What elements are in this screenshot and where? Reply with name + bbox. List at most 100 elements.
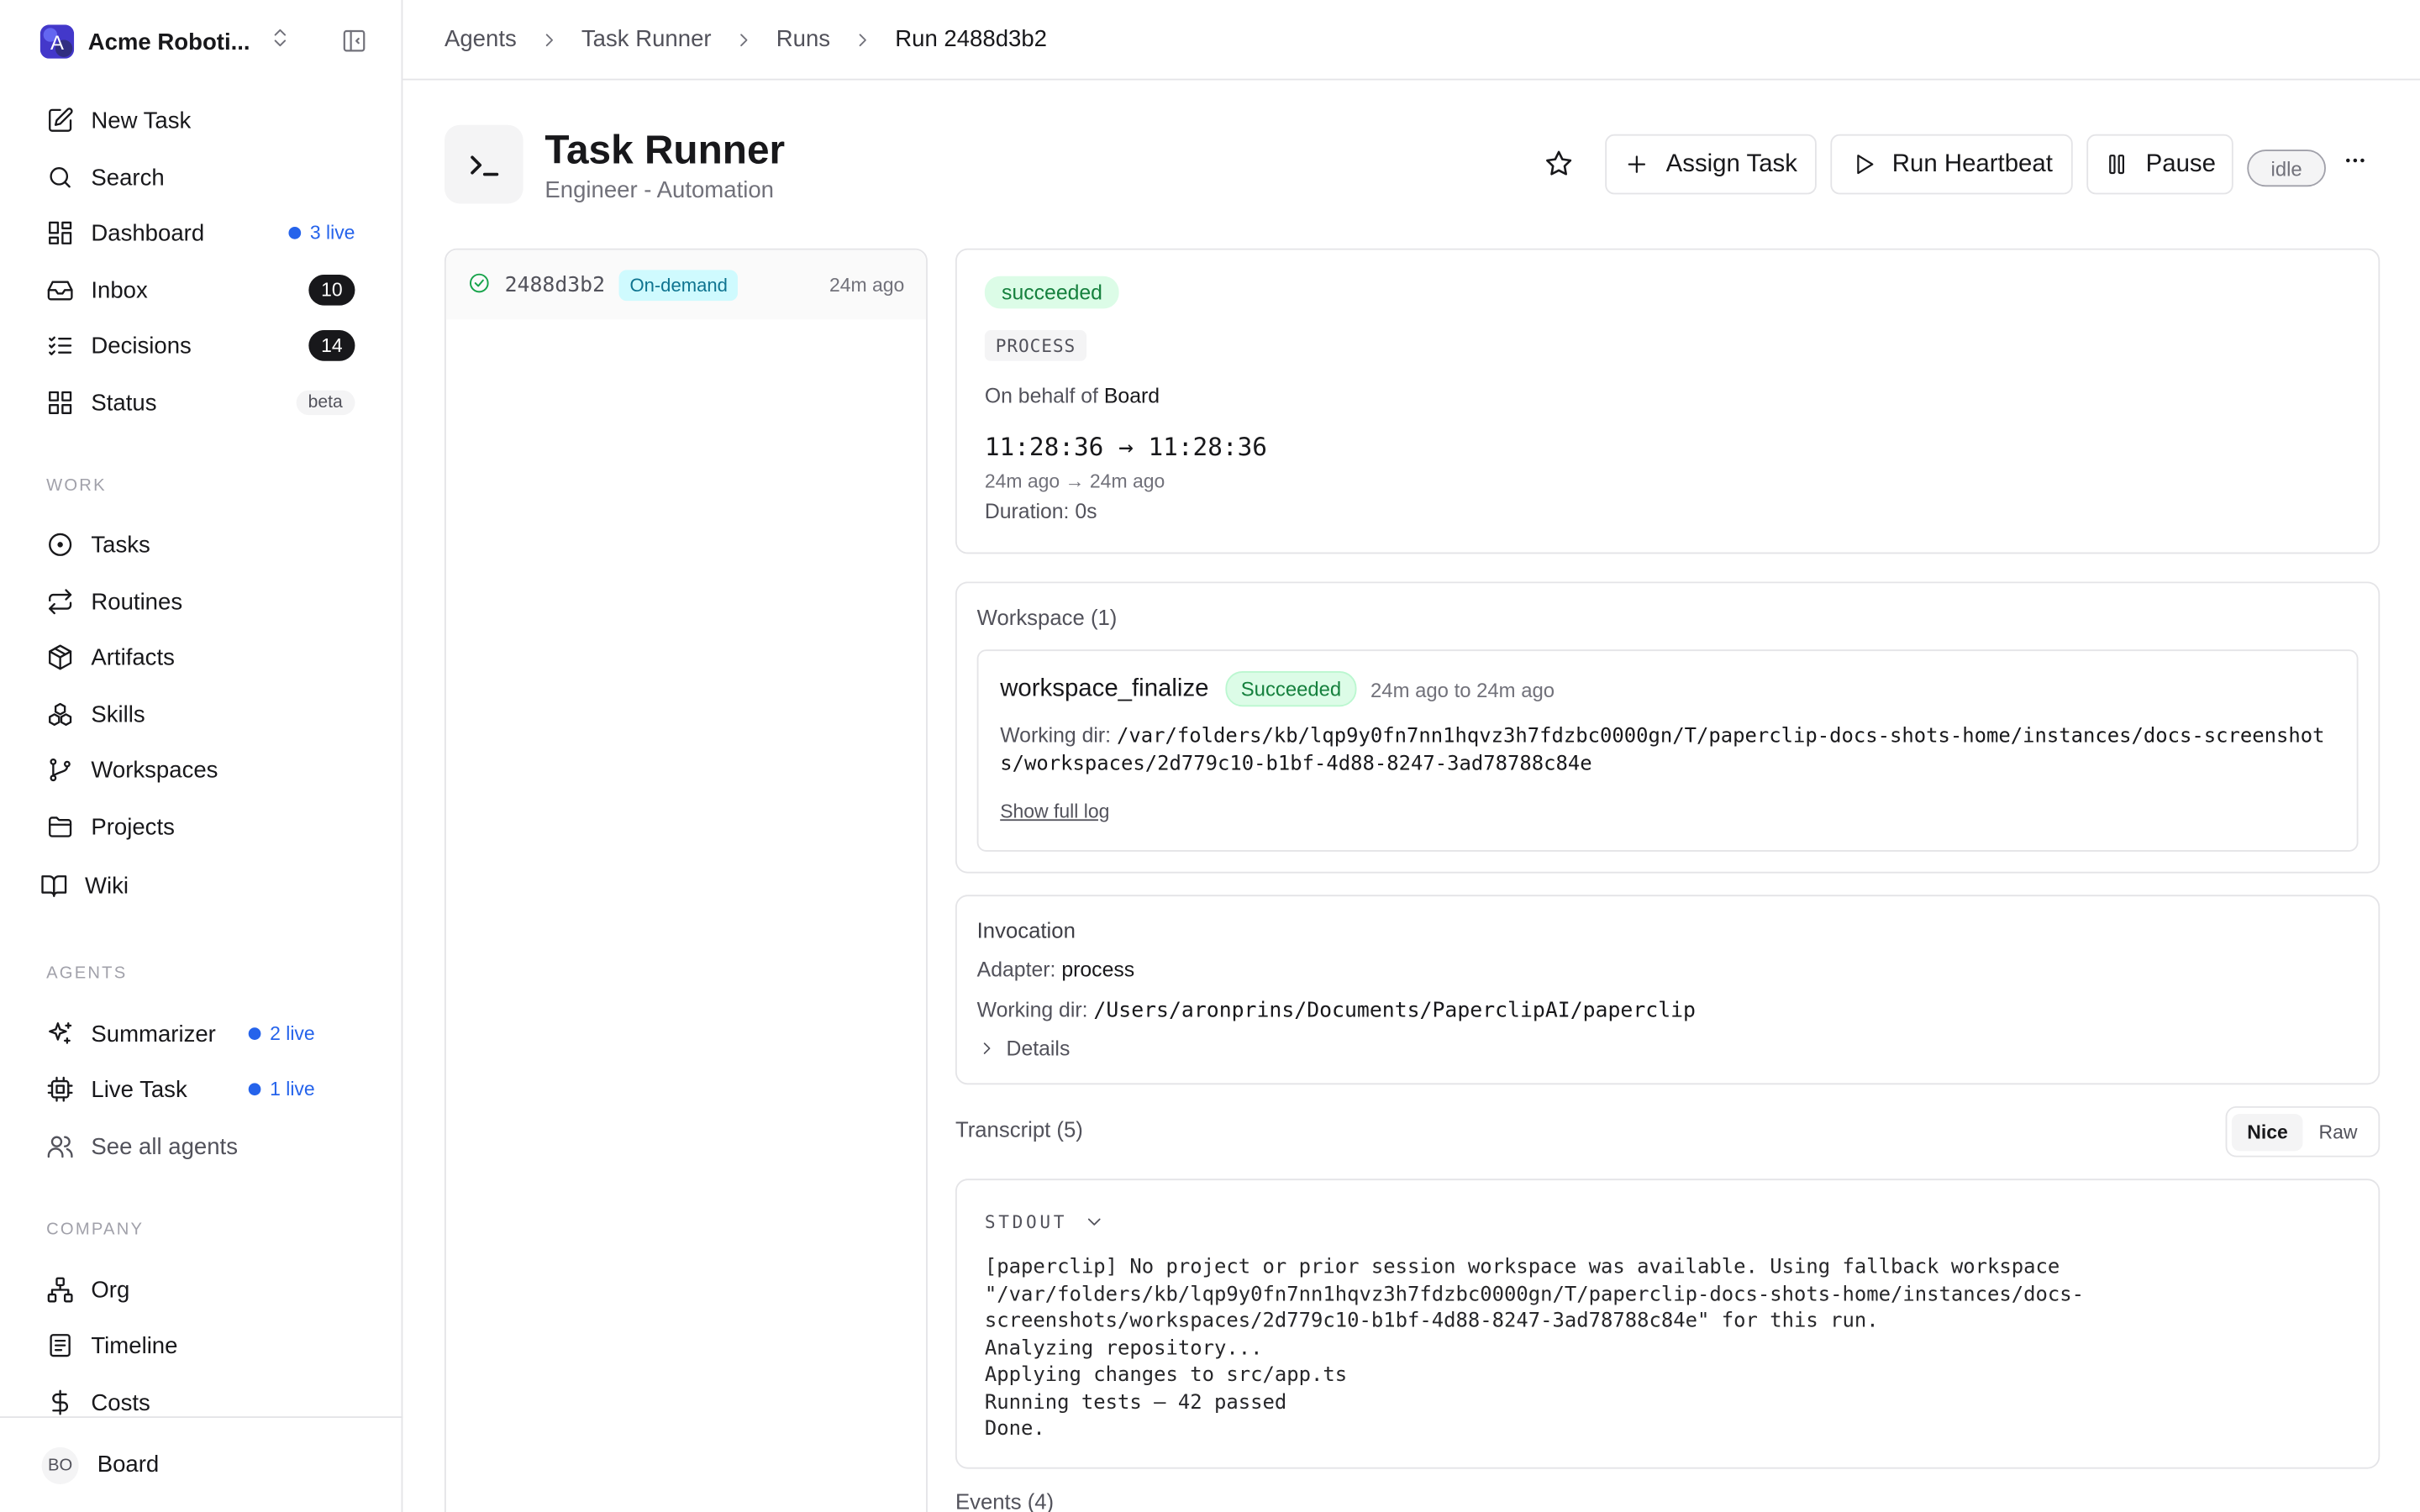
stdout-toggle[interactable]: STDOUT — [985, 1211, 1104, 1233]
stdout-card: STDOUT [paperclip] No project or prior s… — [955, 1179, 2381, 1469]
run-list: 2488d3b2 On-demand 24m ago — [444, 248, 928, 1512]
sidebar-item-timeline[interactable]: Timeline — [46, 1327, 355, 1364]
sidebar-item-label: Projects — [91, 813, 175, 841]
sidebar-item-org[interactable]: Org — [46, 1271, 355, 1308]
user-menu[interactable]: BO Board — [0, 1416, 403, 1512]
sidebar-item-dashboard[interactable]: Dashboard 3 live — [46, 214, 355, 251]
breadcrumb-current-run: Run 2488d3b2 — [895, 26, 1048, 53]
boxes-icon — [49, 702, 72, 726]
sidebar-item-live-task[interactable]: Live Task 1 live — [46, 1071, 355, 1108]
page-title: Task Runner — [544, 126, 786, 173]
invocation-card: Invocation Adapter: process Working dir:… — [955, 895, 2381, 1085]
agent-role: Engineer - Automation — [544, 177, 775, 204]
sidebar-item-label: Artifacts — [91, 643, 175, 671]
decisions-count-badge: 14 — [308, 330, 355, 361]
sidebar-item-wiki[interactable]: Wiki — [40, 867, 349, 904]
chevron-right-icon — [852, 29, 874, 50]
chevron-right-icon — [538, 29, 560, 50]
sidebar-item-label: Summarizer — [91, 1021, 216, 1047]
sidebar-item-label: Workspaces — [91, 756, 218, 784]
search-icon — [50, 167, 71, 188]
company-switcher[interactable]: A Acme Roboti... — [39, 22, 367, 62]
sidebar-collapse-icon[interactable] — [341, 28, 367, 61]
sidebar-item-label: Costs — [91, 1389, 150, 1416]
assign-task-label: Assign Task — [1665, 150, 1797, 177]
sidebar-item-label: New Task — [91, 107, 192, 134]
workspace-title: Workspace (1) — [976, 605, 1118, 630]
workspace-status-badge: Succeeded — [1225, 670, 1357, 707]
dollar-icon — [52, 1389, 68, 1415]
assign-task-button[interactable]: Assign Task — [1605, 134, 1817, 195]
chevron-right-icon — [983, 1042, 991, 1054]
run-age: 24m ago — [829, 274, 905, 296]
git-branch-icon — [50, 758, 71, 782]
run-kind-tag: PROCESS — [984, 330, 1087, 361]
user-name: Board — [97, 1452, 160, 1478]
sidebar-item-new-task[interactable]: New Task — [46, 102, 355, 139]
sidebar-item-inbox[interactable]: Inbox 10 — [46, 271, 355, 308]
workspace-item: workspace_finalize Succeeded 24m ago to … — [976, 649, 2359, 852]
pause-button[interactable]: Pause — [2086, 134, 2233, 195]
details-toggle[interactable]: Details — [977, 1037, 1070, 1060]
sidebar-item-label: Routines — [91, 588, 183, 615]
timeline-icon — [50, 1334, 71, 1357]
sidebar-item-skills[interactable]: Skills — [46, 696, 355, 732]
sidebar-item-workspaces[interactable]: Workspaces — [46, 751, 355, 788]
sidebar-item-label: See all agents — [91, 1133, 239, 1160]
workspace-name: workspace_finalize — [1000, 675, 1209, 702]
transcript-title: Transcript (5) — [955, 1116, 1083, 1142]
status-badge: idle — [2247, 150, 2326, 187]
pause-icon — [2109, 155, 2125, 175]
sidebar-item-status[interactable]: Status beta — [46, 384, 355, 421]
circle-dot-icon — [49, 533, 72, 556]
pause-label: Pause — [2145, 150, 2216, 177]
trigger-badge: On-demand — [618, 269, 739, 301]
sidebar-item-routines[interactable]: Routines — [46, 583, 355, 620]
run-status-badge: succeeded — [984, 276, 1120, 309]
sidebar-item-tasks[interactable]: Tasks — [46, 526, 355, 563]
sparkles-icon — [49, 1022, 72, 1044]
run-time-range: 11:28:36 → 11:28:36 — [984, 432, 1268, 462]
company-name: Acme Roboti... — [87, 28, 250, 55]
more-horizontal-icon[interactable] — [2343, 148, 2367, 181]
stdout-output: [paperclip] No project or prior session … — [984, 1256, 2085, 1441]
sidebar-item-projects[interactable]: Projects — [46, 808, 355, 845]
chevrons-up-down-icon — [269, 26, 292, 57]
sidebar-item-label: Dashboard — [91, 219, 205, 246]
run-id: 2488d3b2 — [504, 272, 606, 297]
section-heading-work: WORK — [46, 476, 107, 496]
events-title: Events (4) — [955, 1488, 1055, 1512]
sidebar-item-label: Wiki — [85, 872, 129, 899]
on-behalf-of: On behalf of Board — [984, 384, 1160, 407]
breadcrumb-agents[interactable]: Agents — [445, 26, 517, 52]
sidebar-item-label: Live Task — [91, 1076, 187, 1103]
show-full-log-link[interactable]: Show full log — [1000, 801, 1109, 822]
sidebar-item-artifacts[interactable]: Artifacts — [46, 638, 355, 675]
star-icon[interactable] — [1544, 148, 1575, 186]
invocation-title: Invocation — [976, 917, 1076, 943]
section-heading-company: COMPANY — [46, 1220, 145, 1239]
list-item[interactable]: 2488d3b2 On-demand 24m ago — [445, 249, 927, 320]
terminal-icon — [444, 124, 523, 204]
company-logo: A — [39, 24, 75, 59]
sidebar-item-costs[interactable]: Costs — [46, 1384, 355, 1421]
chevron-right-icon — [733, 29, 755, 50]
view-raw-button[interactable]: Raw — [2303, 1113, 2373, 1150]
sidebar-item-summarizer[interactable]: Summarizer 2 live — [46, 1016, 355, 1053]
chevron-down-icon — [1087, 1218, 1100, 1226]
sidebar-item-label: Org — [91, 1276, 130, 1304]
sidebar-item-label: Skills — [91, 701, 145, 728]
org-chart-icon — [47, 1277, 73, 1303]
book-icon — [41, 875, 67, 897]
sidebar-item-see-all-agents[interactable]: See all agents — [46, 1128, 355, 1165]
breadcrumb-task-runner[interactable]: Task Runner — [581, 26, 712, 52]
sidebar-item-decisions[interactable]: Decisions 14 — [46, 327, 355, 364]
sidebar-item-search[interactable]: Search — [46, 159, 355, 196]
folder-icon — [49, 816, 72, 837]
beta-badge: beta — [295, 390, 355, 416]
breadcrumb-runs[interactable]: Runs — [776, 26, 830, 52]
run-heartbeat-button[interactable]: Run Heartbeat — [1830, 134, 2073, 195]
breadcrumb: Agents Task Runner Runs Run 2488d3b2 — [402, 0, 2420, 81]
view-nice-button[interactable]: Nice — [2231, 1113, 2304, 1151]
run-duration: Duration: 0s — [984, 500, 1097, 523]
